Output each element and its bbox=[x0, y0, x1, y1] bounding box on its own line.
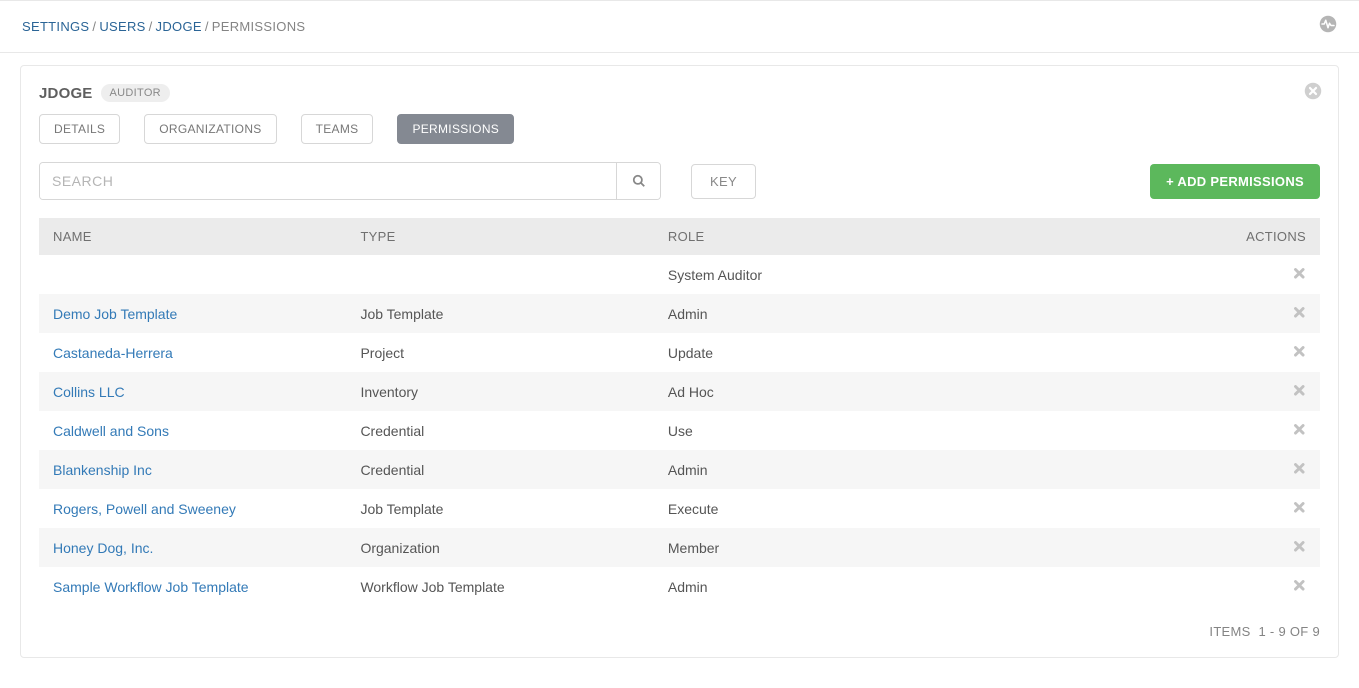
cell-type bbox=[346, 255, 653, 294]
cell-actions bbox=[1166, 450, 1320, 489]
breadcrumb-item[interactable]: USERS bbox=[99, 19, 145, 34]
cell-role: Execute bbox=[654, 489, 1166, 528]
col-header-actions: ACTIONS bbox=[1166, 218, 1320, 255]
cell-type: Workflow Job Template bbox=[346, 567, 653, 606]
table-row: Honey Dog, Inc. OrganizationMember bbox=[39, 528, 1320, 567]
cell-role: Use bbox=[654, 411, 1166, 450]
col-header-type: TYPE bbox=[346, 218, 653, 255]
activity-stream-icon[interactable] bbox=[1319, 15, 1337, 38]
add-permissions-button[interactable]: + ADD PERMISSIONS bbox=[1150, 164, 1320, 199]
breadcrumb-sep: / bbox=[205, 19, 209, 34]
cell-type: Job Template bbox=[346, 294, 653, 333]
tab-teams[interactable]: TEAMS bbox=[301, 114, 374, 144]
delete-icon[interactable] bbox=[1292, 383, 1306, 397]
cell-actions bbox=[1166, 567, 1320, 606]
permission-name-link[interactable]: Honey Dog, Inc. bbox=[53, 540, 153, 556]
tab-details[interactable]: DETAILS bbox=[39, 114, 120, 144]
cell-type: Project bbox=[346, 333, 653, 372]
cell-type: Inventory bbox=[346, 372, 653, 411]
permission-name-link[interactable]: Demo Job Template bbox=[53, 306, 177, 322]
cell-type: Credential bbox=[346, 450, 653, 489]
search-wrap bbox=[39, 162, 661, 200]
close-panel-button[interactable] bbox=[1304, 82, 1322, 105]
cell-actions bbox=[1166, 255, 1320, 294]
cell-actions bbox=[1166, 489, 1320, 528]
table-row: Castaneda-Herrera ProjectUpdate bbox=[39, 333, 1320, 372]
cell-name: Caldwell and Sons bbox=[39, 411, 346, 450]
table-row: Sample Workflow Job Template Workflow Job… bbox=[39, 567, 1320, 606]
role-badge: AUDITOR bbox=[101, 84, 170, 102]
delete-icon[interactable] bbox=[1292, 578, 1306, 592]
cell-name: Sample Workflow Job Template bbox=[39, 567, 346, 606]
cell-actions bbox=[1166, 372, 1320, 411]
cell-actions bbox=[1166, 294, 1320, 333]
cell-role: Ad Hoc bbox=[654, 372, 1166, 411]
cell-name: Demo Job Template bbox=[39, 294, 346, 333]
cell-name: Honey Dog, Inc. bbox=[39, 528, 346, 567]
pager-label: ITEMS bbox=[1209, 624, 1250, 639]
pager: ITEMS 1 - 9 OF 9 bbox=[39, 624, 1320, 639]
delete-icon[interactable] bbox=[1292, 500, 1306, 514]
permission-name-link[interactable]: Sample Workflow Job Template bbox=[53, 579, 249, 595]
toolbar: KEY + ADD PERMISSIONS bbox=[39, 162, 1320, 200]
panel-header: JDOGE AUDITOR bbox=[39, 84, 1320, 102]
cell-name: Rogers, Powell and Sweeney bbox=[39, 489, 346, 528]
permission-name-link[interactable]: Caldwell and Sons bbox=[53, 423, 169, 439]
delete-icon[interactable] bbox=[1292, 422, 1306, 436]
cell-role: Admin bbox=[654, 450, 1166, 489]
table-header-row: NAME TYPE ROLE ACTIONS bbox=[39, 218, 1320, 255]
cell-name: Collins LLC bbox=[39, 372, 346, 411]
cell-name: Castaneda-Herrera bbox=[39, 333, 346, 372]
cell-actions bbox=[1166, 411, 1320, 450]
permission-name-link[interactable]: Collins LLC bbox=[53, 384, 125, 400]
delete-icon[interactable] bbox=[1292, 305, 1306, 319]
search-input[interactable] bbox=[40, 163, 616, 199]
tab-organizations[interactable]: ORGANIZATIONS bbox=[144, 114, 276, 144]
delete-icon[interactable] bbox=[1292, 539, 1306, 553]
key-button[interactable]: KEY bbox=[691, 164, 756, 199]
permission-name-link[interactable]: Blankenship Inc bbox=[53, 462, 152, 478]
breadcrumb-item: PERMISSIONS bbox=[212, 19, 306, 34]
top-bar: SETTINGS/USERS/JDOGE/PERMISSIONS bbox=[0, 0, 1359, 53]
pager-range: 1 - 9 OF 9 bbox=[1258, 624, 1320, 639]
table-row: Collins LLC InventoryAd Hoc bbox=[39, 372, 1320, 411]
toolbar-left: KEY bbox=[39, 162, 756, 200]
table-row: Caldwell and Sons CredentialUse bbox=[39, 411, 1320, 450]
cell-role: Admin bbox=[654, 294, 1166, 333]
breadcrumb-sep: / bbox=[149, 19, 153, 34]
breadcrumb-item[interactable]: SETTINGS bbox=[22, 19, 89, 34]
tab-permissions[interactable]: PERMISSIONS bbox=[397, 114, 514, 144]
breadcrumb-sep: / bbox=[92, 19, 96, 34]
breadcrumb: SETTINGS/USERS/JDOGE/PERMISSIONS bbox=[22, 19, 305, 34]
permissions-panel: JDOGE AUDITOR DETAILS ORGANIZATIONS TEAMS P… bbox=[20, 65, 1339, 658]
permission-name-link[interactable]: Castaneda-Herrera bbox=[53, 345, 173, 361]
permissions-table-body: System Auditor Demo Job Template Job Templ… bbox=[39, 255, 1320, 606]
cell-role: Admin bbox=[654, 567, 1166, 606]
cell-role: System Auditor bbox=[654, 255, 1166, 294]
table-row: Rogers, Powell and Sweeney Job TemplateEx… bbox=[39, 489, 1320, 528]
tabs: DETAILS ORGANIZATIONS TEAMS PERMISSIONS bbox=[39, 114, 1320, 144]
breadcrumb-item[interactable]: JDOGE bbox=[156, 19, 202, 34]
cell-role: Update bbox=[654, 333, 1166, 372]
cell-type: Organization bbox=[346, 528, 653, 567]
cell-role: Member bbox=[654, 528, 1166, 567]
delete-icon[interactable] bbox=[1292, 461, 1306, 475]
delete-icon[interactable] bbox=[1292, 344, 1306, 358]
table-row: Demo Job Template Job TemplateAdmin bbox=[39, 294, 1320, 333]
cell-actions bbox=[1166, 333, 1320, 372]
cell-actions bbox=[1166, 528, 1320, 567]
table-row: System Auditor bbox=[39, 255, 1320, 294]
search-button[interactable] bbox=[616, 163, 660, 199]
cell-name: Blankenship Inc bbox=[39, 450, 346, 489]
panel-title: JDOGE bbox=[39, 85, 93, 102]
cell-name bbox=[39, 255, 346, 294]
cell-type: Credential bbox=[346, 411, 653, 450]
table-row: Blankenship Inc CredentialAdmin bbox=[39, 450, 1320, 489]
delete-icon[interactable] bbox=[1292, 266, 1306, 280]
permissions-table: NAME TYPE ROLE ACTIONS System AuditorDem… bbox=[39, 218, 1320, 606]
permission-name-link[interactable]: Rogers, Powell and Sweeney bbox=[53, 501, 236, 517]
col-header-name: NAME bbox=[39, 218, 346, 255]
col-header-role: ROLE bbox=[654, 218, 1166, 255]
cell-type: Job Template bbox=[346, 489, 653, 528]
